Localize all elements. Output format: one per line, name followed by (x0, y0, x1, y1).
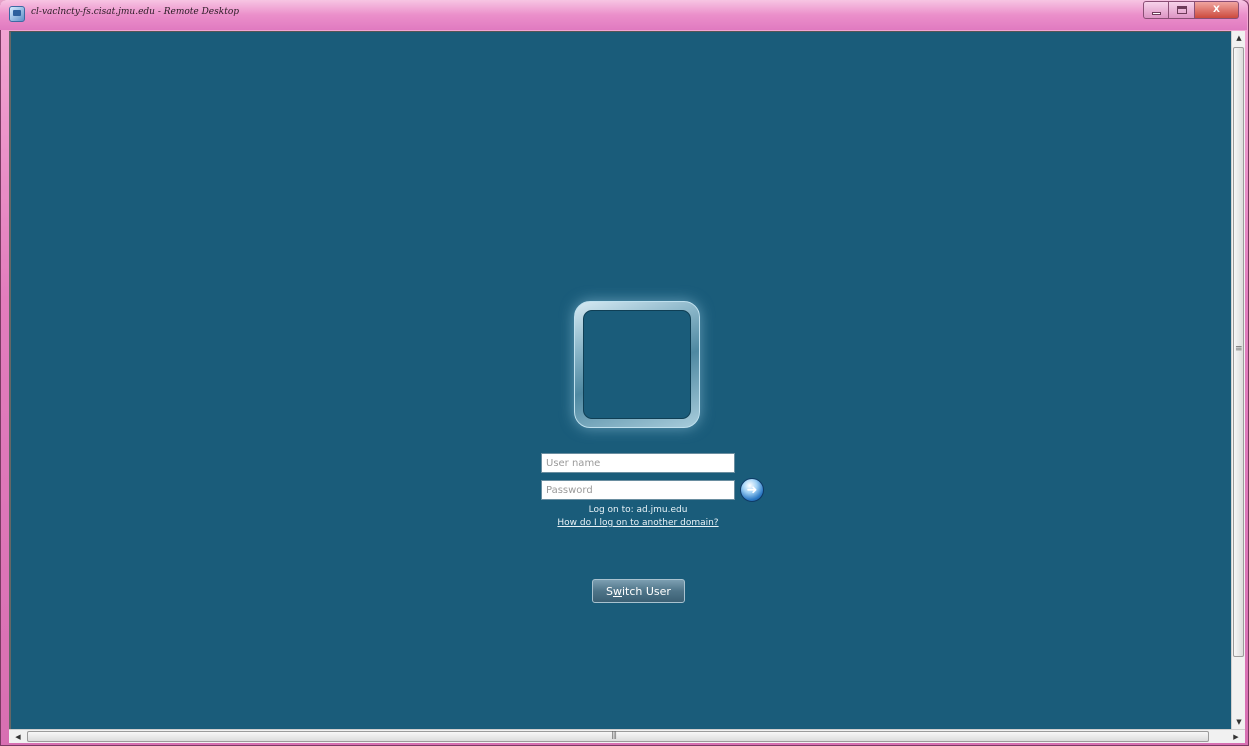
minimize-icon (1151, 11, 1161, 15)
close-icon: X (1213, 5, 1220, 15)
window-title: cl-vaclncty-fs.cisat.jmu.edu - Remote De… (31, 7, 239, 17)
switch-user-accelerator: w (613, 584, 622, 598)
username-input[interactable] (541, 453, 735, 473)
user-picture (583, 310, 691, 419)
logon-domain-text: Log on to: ad.jmu.edu (588, 505, 688, 515)
horizontal-scroll-thumb[interactable] (27, 730, 1209, 742)
maximize-icon (1176, 6, 1187, 14)
switch-user-label-c: itch User (622, 584, 671, 598)
password-input[interactable] (541, 480, 735, 500)
remote-desktop-icon (9, 6, 25, 22)
close-button[interactable]: X (1195, 1, 1239, 19)
user-picture-frame (574, 301, 700, 428)
title-bar[interactable]: cl-vaclncty-fs.cisat.jmu.edu - Remote De… (0, 0, 1247, 30)
minimize-button[interactable] (1143, 1, 1169, 19)
switch-user-button[interactable]: Sw itch User (592, 579, 685, 603)
vertical-scroll-thumb[interactable] (1233, 47, 1244, 657)
scroll-up-icon[interactable]: ▲ (1232, 31, 1246, 45)
switch-user-label-a: S (606, 584, 613, 598)
horizontal-scrollbar[interactable]: ◀ ▶ (9, 729, 1245, 743)
window-controls: X (1143, 1, 1239, 19)
arrow-right-icon: ➜ (746, 482, 758, 498)
scroll-left-icon[interactable]: ◀ (11, 730, 25, 744)
maximize-button[interactable] (1169, 1, 1195, 19)
other-domain-help-link[interactable]: How do I log on to another domain? (541, 518, 735, 528)
scroll-right-icon[interactable]: ▶ (1229, 730, 1243, 744)
vertical-scrollbar[interactable]: ▲ ▼ (1231, 31, 1245, 729)
submit-logon-button[interactable]: ➜ (740, 478, 764, 502)
scroll-down-icon[interactable]: ▼ (1232, 715, 1246, 729)
